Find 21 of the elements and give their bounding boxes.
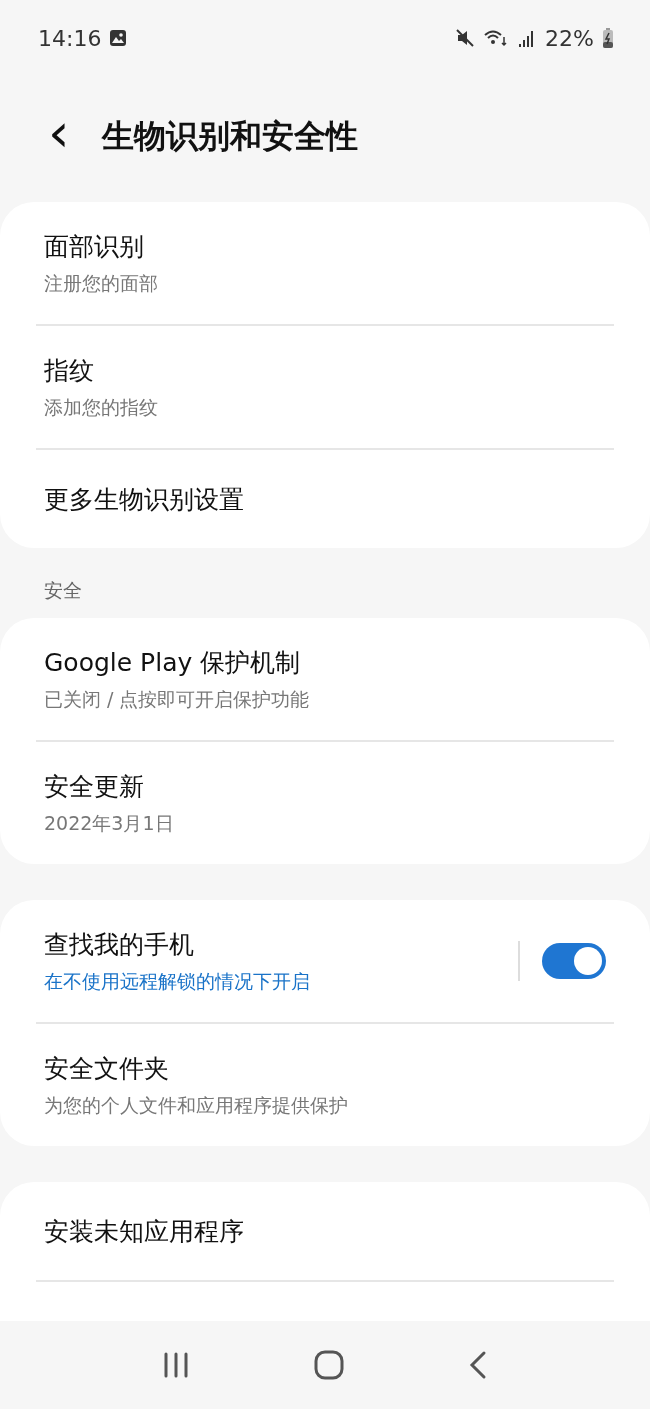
home-icon[interactable]	[314, 1350, 344, 1380]
section-label: 安全	[43, 578, 83, 603]
settings-item[interactable]: 安全文件夹 为您的个人文件和应用程序提供保护	[36, 1024, 614, 1146]
wifi-icon	[483, 28, 510, 48]
battery-icon	[602, 27, 614, 49]
battery-percent: 22%	[545, 25, 594, 51]
status-time: 14:16	[38, 25, 102, 51]
settings-item[interactable]: 安全更新 2022年3月1日	[36, 742, 614, 864]
settings-item[interactable]: 指纹 添加您的指纹	[36, 326, 614, 448]
settings-item[interactable]: 安装未知应用程序	[36, 1182, 614, 1280]
settings-item[interactable]: 面部识别 注册您的面部	[36, 202, 614, 324]
settings-item[interactable]: 查找我的手机 在不使用远程解锁的情况下开启	[36, 900, 614, 1022]
recents-icon[interactable]	[162, 1352, 190, 1378]
page-title: 生物识别和安全性	[101, 116, 358, 157]
settings-item[interactable]: 更多生物识别设置	[36, 450, 614, 548]
mute-icon	[455, 28, 476, 48]
settings-item[interactable]: Google Play 保护机制 已关闭 / 点按即可开启保护功能	[36, 618, 614, 740]
toggle-switch[interactable]	[542, 943, 606, 979]
image-icon	[109, 29, 128, 47]
back-icon[interactable]	[468, 1350, 488, 1380]
back-button[interactable]: ‹	[40, 106, 78, 168]
